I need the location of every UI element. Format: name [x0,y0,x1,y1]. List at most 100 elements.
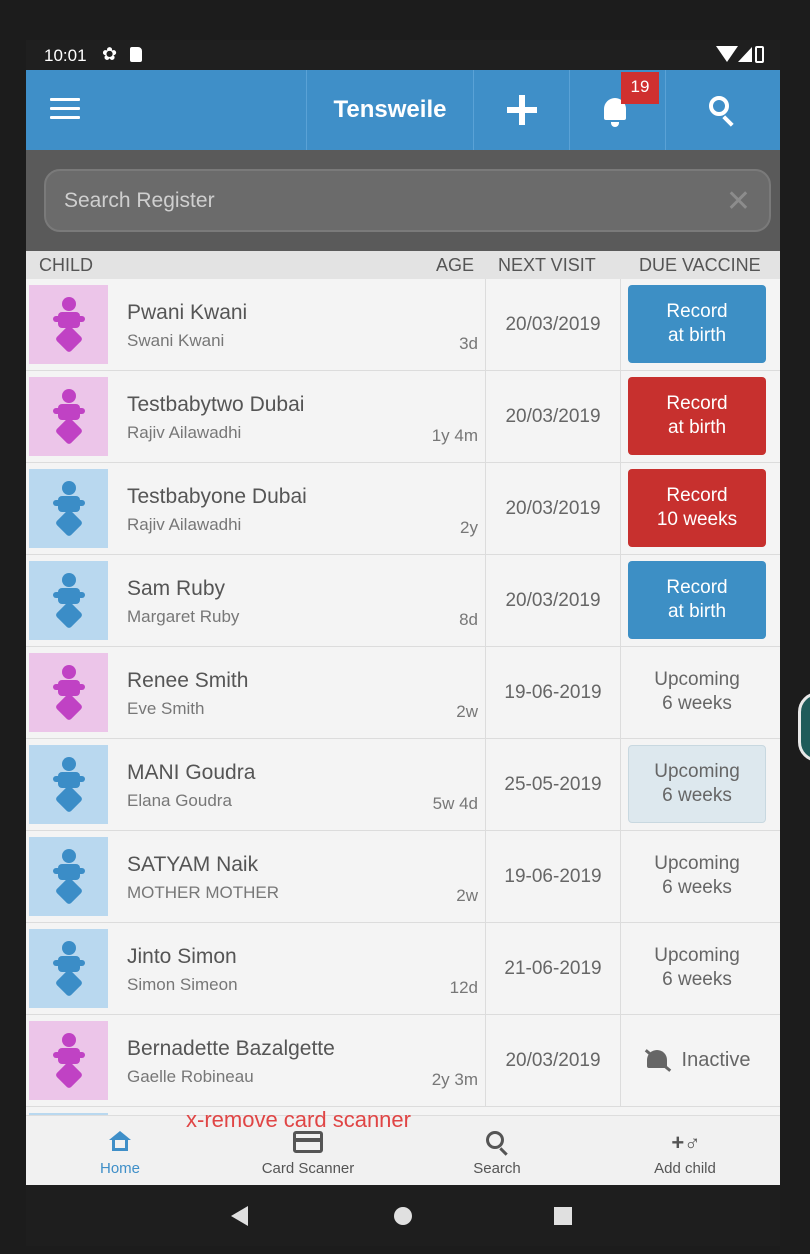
table-row[interactable]: Testbabytwo Dubai Rajiv Ailawadhi 1y 4m … [26,371,780,463]
child-name: Testbabyone Dubai [127,485,307,508]
next-visit-date: 25-05-2019 [485,739,621,830]
bell-off-icon [644,1047,671,1073]
system-navigation-bar [26,1186,780,1246]
parent-name: Simon Simeon [127,975,238,994]
next-visit-date: 19-06-2019 [485,647,621,738]
add-button[interactable] [475,70,570,150]
child-age: 5w 4d [432,794,478,813]
table-row[interactable]: MANI Goudra Elana Goudra 5w 4d 25-05-201… [26,739,780,831]
recent-apps-icon[interactable] [554,1207,572,1225]
battery-icon [755,46,764,63]
add-child-icon: +♂ [671,1130,701,1155]
baby-boy-icon [53,481,85,538]
search-box: ✕ [44,169,771,232]
baby-girl-icon [53,389,85,446]
parent-name: Swani Kwani [127,331,225,350]
status-time: 10:01 [44,46,87,65]
next-visit-date: 20/03/2019 [485,555,621,646]
child-name: Renee Smith [127,669,249,692]
avatar [29,561,108,640]
child-name: Jinto Simon [127,945,237,968]
search-icon [486,1131,504,1149]
child-age: 2w [456,702,478,721]
child-name: MANI Goudra [127,761,256,784]
next-visit-date: 20/03/2019 [485,279,621,370]
upcoming-vaccine-button[interactable]: Upcoming 6 weeks [628,745,766,823]
parent-name: MOTHER MOTHER [127,883,280,902]
home-button-icon[interactable] [394,1207,412,1225]
column-age: AGE [436,255,475,275]
column-header: CHILD AGE NEXT VISIT DUE VACCINE [26,251,780,279]
table-row[interactable]: Renee Smith Eve Smith 2w 19-06-2019 Upco… [26,647,780,739]
table-row[interactable]: Bernadette Bazalgette Gaelle Robineau 2y… [26,1015,780,1107]
settings-status-icon: ✿ [102,44,118,64]
child-age: 2y [460,518,478,537]
baby-boy-icon [53,941,85,998]
nav-home-label: Home [99,1160,140,1177]
record-vaccine-button[interactable]: Record 10 weeks [628,469,766,547]
baby-girl-icon [53,665,85,722]
child-name: Pwani Kwani [127,301,248,324]
table-row[interactable]: Testbabyone Dubai Rajiv Ailawadhi 2y 20/… [26,463,780,555]
baby-boy-icon [53,849,85,906]
search-bar: ✕ [26,150,780,251]
menu-icon[interactable] [50,98,80,122]
record-vaccine-button[interactable]: Record at birth [628,561,766,639]
card-icon [293,1131,323,1153]
app-title: Tensweile [306,70,474,150]
table-row[interactable]: SATYAM Naik MOTHER MOTHER 2w 19-06-2019 … [26,831,780,923]
avatar [29,469,108,548]
wifi-icon [716,46,738,62]
record-vaccine-button[interactable]: Record at birth [628,377,766,455]
table-row[interactable]: Pwani Kwani Swani Kwani 3d 20/03/2019 Re… [26,279,780,371]
inactive-status: Inactive [628,1021,766,1099]
home-icon [109,1131,131,1151]
nav-card-scanner-label: Card Scanner [261,1160,355,1177]
column-due-vaccine: DUE VACCINE [639,255,761,275]
avatar [29,653,108,732]
search-button[interactable] [667,70,780,150]
next-visit-date: 20/03/2019 [485,1015,621,1106]
parent-name: Margaret Ruby [127,607,240,626]
child-age: 2w [456,886,478,905]
parent-name: Rajiv Ailawadhi [127,515,242,534]
child-name: SATYAM Naik [127,853,259,876]
next-visit-date: 19-06-2019 [485,831,621,922]
table-row[interactable]: Jinto Simon Simon Simeon 12d 21-06-2019 … [26,923,780,1015]
child-name: Testbabytwo Dubai [127,393,305,416]
baby-boy-icon [53,757,85,814]
record-vaccine-button[interactable]: Record at birth [628,285,766,363]
parent-name: Elana Goudra [127,791,232,810]
child-age: 8d [459,610,478,629]
next-visit-date: 21-06-2019 [485,923,621,1014]
baby-girl-icon [53,1033,85,1090]
child-age: 12d [449,978,478,997]
next-visit-date: 20/03/2019 [485,371,621,462]
status-bar: 10:01 ✿ [26,40,780,70]
search-input[interactable] [64,183,684,219]
upcoming-vaccine: Upcoming 6 weeks [654,853,740,898]
avatar [29,285,108,364]
notification-badge: 19 [621,72,659,104]
nav-add-child[interactable]: +♂ Add child [591,1116,779,1186]
child-age: 3d [459,334,478,353]
baby-boy-icon [53,573,85,630]
child-name: Bernadette Bazalgette [127,1037,335,1060]
search-icon [709,96,729,116]
upcoming-vaccine: Upcoming 6 weeks [654,945,740,990]
app-bar: Tensweile 19 [26,70,780,150]
floating-chat-head[interactable] [798,692,810,762]
child-age: 1y 4m [431,426,478,445]
avatar [29,1021,108,1100]
column-next-visit: NEXT VISIT [498,255,596,275]
child-name: Sam Ruby [127,577,226,600]
nav-search[interactable]: Search [403,1116,591,1186]
back-icon[interactable] [231,1206,248,1226]
avatar [29,745,108,824]
table-row[interactable]: Sam Ruby Margaret Ruby 8d 20/03/2019 Rec… [26,555,780,647]
notifications-button[interactable]: 19 [571,70,666,150]
clear-icon[interactable]: ✕ [726,184,751,219]
column-child: CHILD [39,255,94,275]
nav-search-label: Search [473,1160,521,1177]
parent-name: Eve Smith [127,699,205,718]
